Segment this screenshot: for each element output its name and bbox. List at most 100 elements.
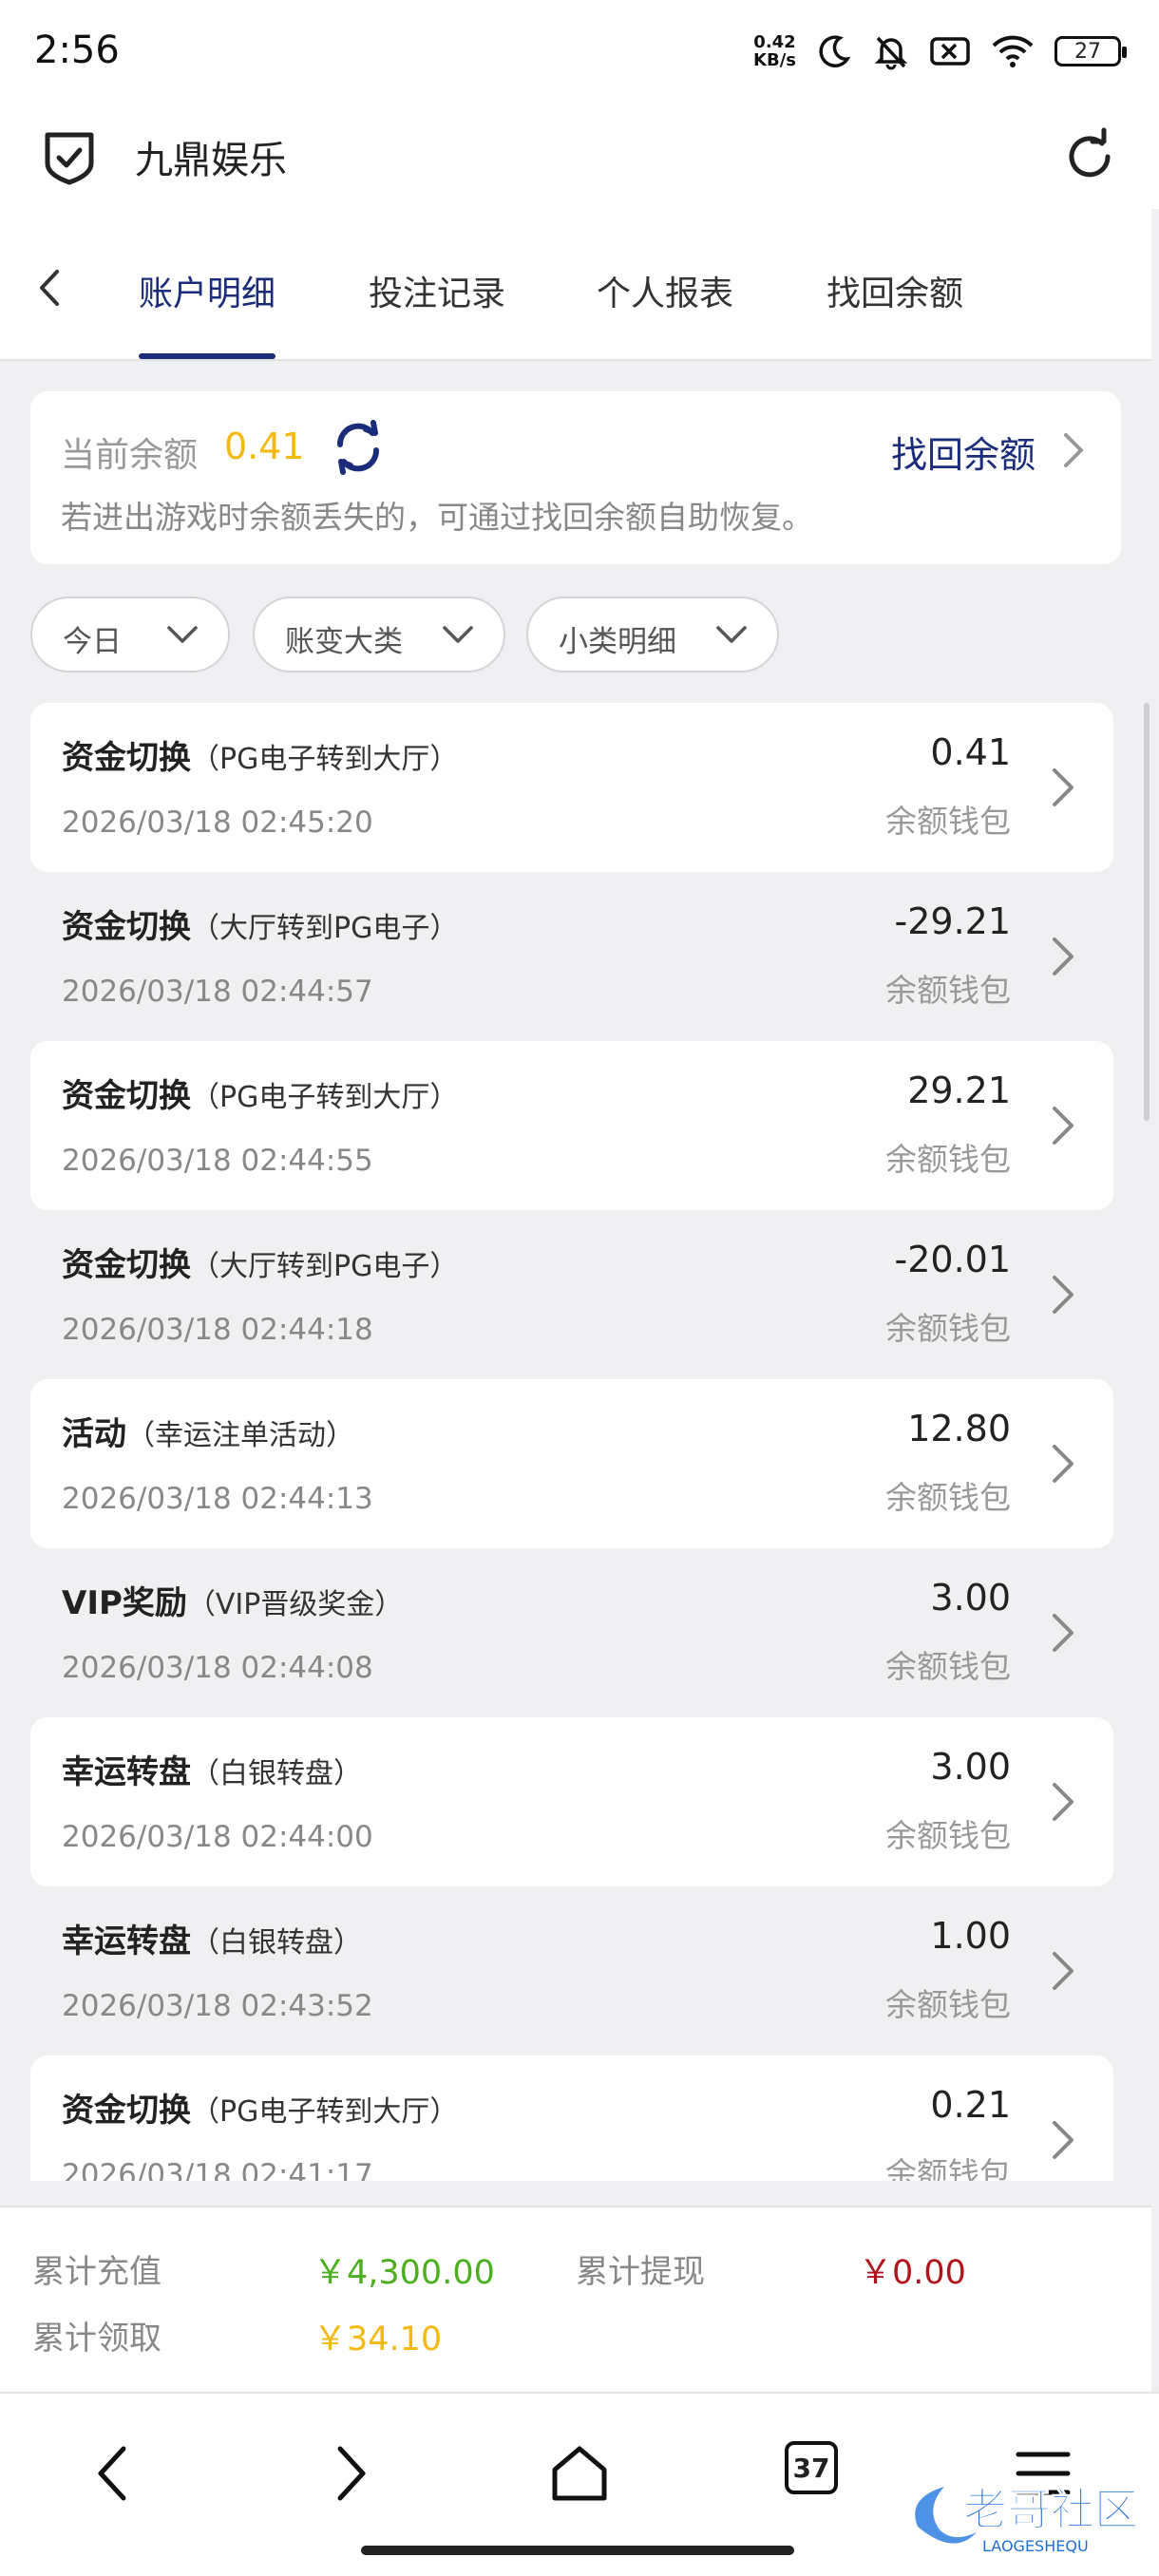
record-title: 活动（幸运注单活动）	[62, 1408, 354, 1454]
status-time: 2:56	[34, 28, 120, 72]
record-amount: 0.21	[930, 2084, 1011, 2126]
record-wallet: 余额钱包	[885, 2155, 1011, 2181]
record-time: 2026/03/18 02:44:57	[62, 975, 373, 1009]
watermark-subtext: LAOGESHEQU	[982, 2537, 1089, 2555]
balance-label: 当前余额	[61, 436, 199, 475]
wifi-icon	[992, 35, 1034, 67]
moon-icon	[819, 35, 851, 67]
recover-balance-link[interactable]: 找回余额	[891, 426, 1036, 478]
record-time: 2026/03/18 02:44:08	[62, 1651, 373, 1685]
record-type: 资金切换	[62, 739, 191, 777]
record-title: 资金切换（大厅转到PG电子）	[62, 900, 458, 947]
record-subtype: （大厅转到PG电子）	[191, 912, 459, 945]
record-amount: 1.00	[930, 1915, 1011, 1957]
list-scrollbar[interactable]	[1144, 703, 1150, 1121]
chevron-right-icon	[1053, 1952, 1074, 1990]
record-item[interactable]: 资金切换（PG电子转到大厅） 2026/03/18 02:44:55 29.21…	[30, 1041, 1113, 1210]
back-icon[interactable]	[78, 2435, 154, 2511]
record-wallet: 余额钱包	[885, 1141, 1011, 1178]
record-amount: 29.21	[907, 1070, 1011, 1111]
record-item[interactable]: 资金切换（大厅转到PG电子） 2026/03/18 02:44:57 -29.2…	[30, 872, 1113, 1041]
balance-card: 当前余额 0.41 找回余额 若进出游戏时余额丢失的，可通过找回余额自助恢复。	[30, 391, 1121, 564]
record-wallet: 余额钱包	[885, 1648, 1011, 1685]
record-type: 资金切换	[62, 2092, 191, 2130]
record-title: 资金切换（大厅转到PG电子）	[62, 1239, 458, 1285]
total-withdraw-value: ￥0.00	[859, 2254, 966, 2292]
balance-refresh-icon[interactable]	[331, 420, 386, 475]
tab-bar: 账户明细 投注记录 个人报表 找回余额	[0, 209, 1151, 361]
balance-hint: 若进出游戏时余额丢失的，可通过找回余额自助恢复。	[61, 499, 813, 536]
record-amount: -20.01	[894, 1239, 1012, 1280]
status-bar: 2:56 0.42 KB/s 27	[0, 0, 1159, 104]
home-indicator[interactable]	[361, 2546, 794, 2555]
record-item[interactable]: 活动（幸运注单活动） 2026/03/18 02:44:13 12.80 余额钱…	[30, 1379, 1113, 1548]
record-subtype: （白银转盘）	[191, 1757, 362, 1790]
chevron-right-icon	[1053, 2121, 1074, 2159]
tabs-icon[interactable]: 37	[785, 2441, 838, 2494]
filter-category[interactable]: 账变大类	[253, 597, 505, 672]
bell-off-icon	[874, 36, 908, 70]
shield-check-icon	[45, 132, 94, 185]
record-wallet: 余额钱包	[885, 1986, 1011, 2023]
record-item[interactable]: VIP奖励（VIP晋级奖金） 2026/03/18 02:44:08 3.00 …	[30, 1548, 1113, 1717]
chevron-right-icon	[1053, 1445, 1074, 1483]
watermark-text: 老哥社区	[963, 2484, 1138, 2535]
refresh-icon[interactable]	[1058, 125, 1121, 188]
battery-level: 27	[1074, 39, 1101, 64]
chevron-down-icon	[443, 626, 473, 643]
filter-category-label: 账变大类	[285, 625, 403, 659]
home-icon[interactable]	[542, 2435, 618, 2511]
record-item[interactable]: 幸运转盘（白银转盘） 2026/03/18 02:43:52 1.00 余额钱包	[30, 1886, 1113, 2055]
tab-personal-report[interactable]: 个人报表	[597, 266, 733, 315]
back-chevron-icon[interactable]	[27, 264, 74, 312]
app-title: 九鼎娱乐	[135, 139, 287, 182]
record-type: 资金切换	[62, 1246, 191, 1284]
record-time: 2026/03/18 02:44:00	[62, 1820, 373, 1854]
tab-count: 37	[792, 2452, 830, 2484]
record-item[interactable]: 幸运转盘（白银转盘） 2026/03/18 02:44:00 3.00 余额钱包	[30, 1717, 1113, 1886]
record-amount: 0.41	[930, 731, 1011, 773]
record-title: 资金切换（PG电子转到大厅）	[62, 731, 458, 778]
chevron-right-icon	[1053, 1783, 1074, 1821]
chevron-down-icon	[167, 626, 198, 643]
record-subtype: （VIP晋级奖金）	[186, 1588, 404, 1621]
total-recharge-value: ￥4,300.00	[314, 2254, 495, 2292]
record-type: 幸运转盘	[62, 1753, 191, 1791]
total-claim-label: 累计领取	[32, 2320, 162, 2358]
forward-icon[interactable]	[310, 2435, 386, 2511]
chevron-right-icon[interactable]	[1058, 431, 1087, 469]
tab-account-detail[interactable]: 账户明细	[139, 266, 276, 315]
record-subtype: （大厅转到PG电子）	[191, 1250, 459, 1283]
filter-date-label: 今日	[63, 625, 122, 659]
record-item[interactable]: 资金切换（PG电子转到大厅） 2026/03/18 02:41:17 0.21 …	[30, 2055, 1113, 2181]
total-recharge-label: 累计充值	[32, 2253, 162, 2291]
records-list[interactable]: 资金切换（PG电子转到大厅） 2026/03/18 02:45:20 0.41 …	[30, 703, 1113, 2181]
chevron-right-icon	[1053, 1276, 1074, 1314]
record-amount: 12.80	[907, 1408, 1011, 1449]
filter-subcategory[interactable]: 小类明细	[526, 597, 779, 672]
record-time: 2026/03/18 02:41:17	[62, 2158, 373, 2181]
record-item[interactable]: 资金切换（PG电子转到大厅） 2026/03/18 02:45:20 0.41 …	[30, 703, 1113, 872]
chevron-right-icon	[1053, 938, 1074, 975]
record-title: 资金切换（PG电子转到大厅）	[62, 2084, 458, 2131]
record-item[interactable]: 资金切换（大厅转到PG电子） 2026/03/18 02:44:18 -20.0…	[30, 1210, 1113, 1379]
record-subtype: （白银转盘）	[191, 1926, 362, 1960]
chevron-right-icon	[1053, 768, 1074, 806]
record-type: 资金切换	[62, 1077, 191, 1115]
record-time: 2026/03/18 02:43:52	[62, 1989, 373, 2023]
tab-bet-records[interactable]: 投注记录	[369, 266, 505, 315]
tab-recover-balance[interactable]: 找回余额	[826, 266, 963, 315]
chevron-right-icon	[1053, 1614, 1074, 1652]
battery-icon: 27	[1054, 36, 1127, 66]
record-time: 2026/03/18 02:44:18	[62, 1313, 373, 1347]
total-claim-value: ￥34.10	[314, 2320, 443, 2358]
record-type: 资金切换	[62, 908, 191, 946]
sim-off-icon	[930, 37, 970, 66]
net-speed-unit: KB/s	[753, 50, 796, 70]
chevron-down-icon	[716, 626, 747, 643]
record-wallet: 余额钱包	[885, 1310, 1011, 1347]
record-subtype: （PG电子转到大厅）	[191, 743, 459, 776]
record-time: 2026/03/18 02:44:55	[62, 1144, 373, 1178]
filter-date[interactable]: 今日	[30, 597, 230, 672]
record-title: 资金切换（PG电子转到大厅）	[62, 1070, 458, 1116]
